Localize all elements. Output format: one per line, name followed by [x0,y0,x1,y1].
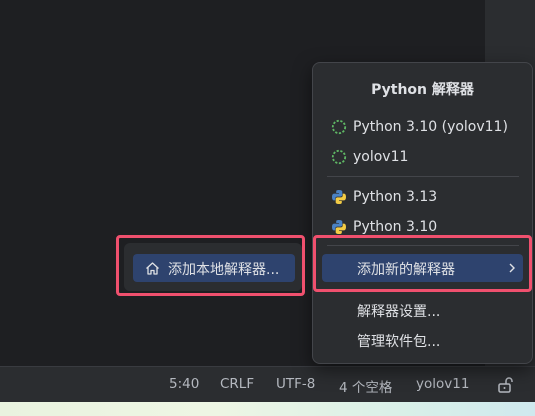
unlock-icon[interactable] [496,376,514,394]
interpreter-label: Python 3.10 [353,219,438,235]
interpreter-env-item[interactable]: Python 3.10 (yolov11) [331,116,508,138]
status-interpreter[interactable]: yolov11 [416,376,469,392]
interpreter-settings-item[interactable]: 解释器设置... [357,301,440,321]
python-icon [332,220,346,234]
interpreter-env-label: Python 3.10 (yolov11) [353,119,508,135]
spinner-icon [331,149,347,165]
python-icon [332,190,346,204]
popup-title: Python 解释器 [371,82,474,98]
interpreter-label: Python 3.13 [353,189,438,205]
interpreter-env-label: yolov11 [353,149,409,165]
window-bottom-edge [0,402,535,416]
highlight-box-submenu [116,235,305,296]
interpreter-popup: Python 解释器 Python 3.10 (yolov11) yolov11… [312,62,533,364]
status-caret-position[interactable]: 5:40 [169,376,199,392]
status-encoding[interactable]: UTF-8 [276,376,315,392]
spinner-icon [331,119,347,135]
highlight-box-add-new [313,235,532,292]
manage-packages-item[interactable]: 管理软件包... [357,331,440,351]
interpreter-item[interactable]: Python 3.13 [331,186,437,208]
status-bar: 5:40 CRLF UTF-8 4 个空格 yolov11 [0,366,535,403]
interpreter-env-item[interactable]: yolov11 [331,146,408,168]
separator [327,176,519,177]
status-indent[interactable]: 4 个空格 [339,376,392,396]
status-line-ending[interactable]: CRLF [220,376,254,392]
